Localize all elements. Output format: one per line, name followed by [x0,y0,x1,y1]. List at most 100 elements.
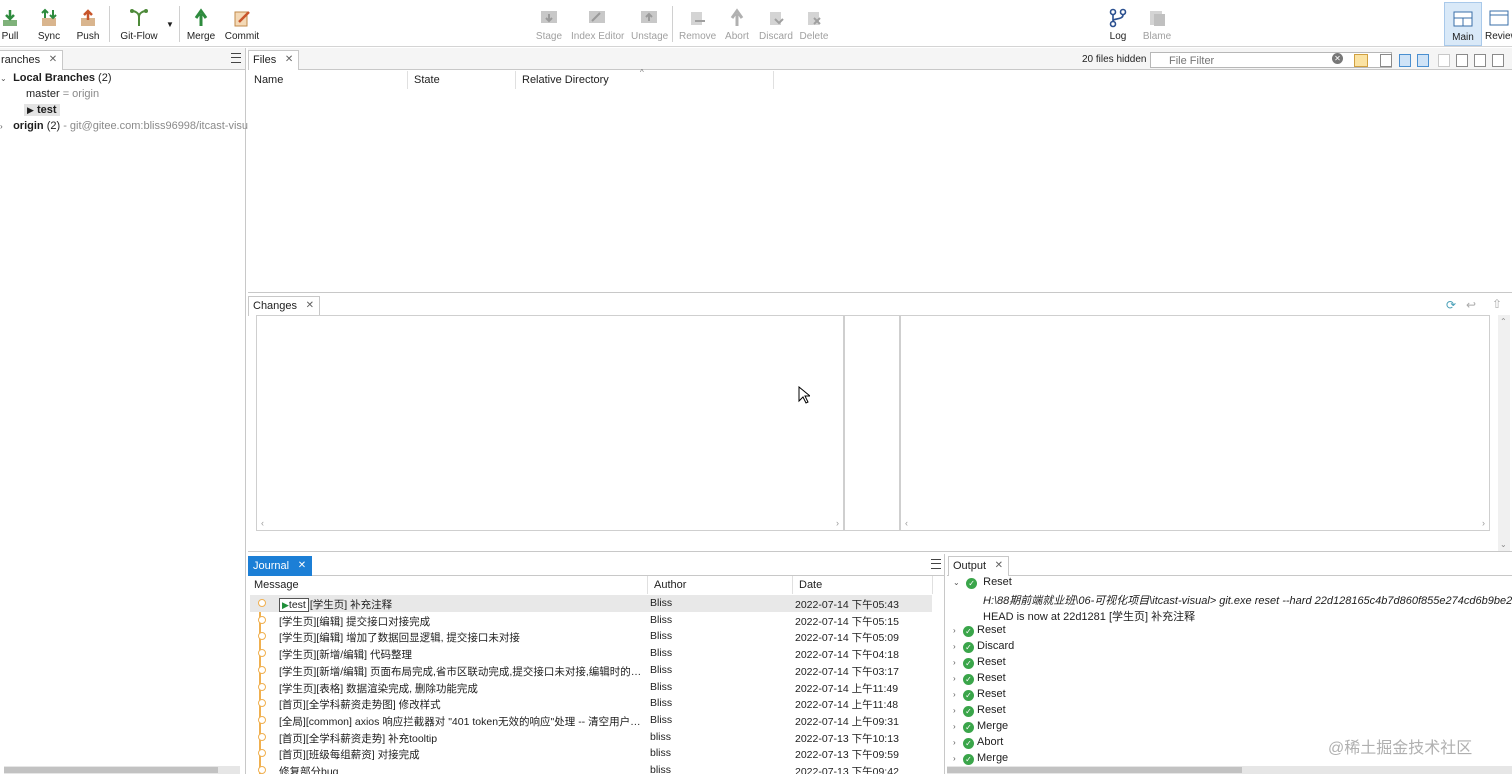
chevron-down-icon[interactable]: ⌄ [953,578,963,587]
table-row[interactable]: [全局][common] axios 响应拦截器对 "401 token无效的响… [250,712,932,729]
review-perspective-button[interactable]: Review [1485,6,1512,44]
scroll-right-icon[interactable]: › [1482,518,1485,528]
show-assumed-icon[interactable] [1474,54,1486,67]
col-relative-directory[interactable]: Relative Directory [516,71,774,89]
abort-button[interactable]: Abort [722,6,752,44]
branch-item-test[interactable]: ▶ test [24,104,60,120]
table-row[interactable]: [学生页][新增/编辑] 代码整理 Bliss 2022-07-14 下午04:18 [250,645,932,662]
show-modified-icon[interactable] [1399,54,1411,67]
tab-changes[interactable]: Changes ✕ [248,296,321,316]
push-button[interactable]: Push [76,6,100,44]
table-row[interactable]: ▶test [学生页] 补充注释 Bliss 2022-07-14 下午05:43 [250,595,932,612]
branch-item-master[interactable]: master = origin [26,88,99,104]
show-ignored-icon[interactable] [1438,54,1450,67]
chevron-right-icon[interactable]: › [953,690,963,699]
chevron-right-icon[interactable]: › [953,738,963,747]
remove-button[interactable]: Remove [679,6,716,44]
output-entry-expanded[interactable]: ⌄ ✓ Reset [953,576,1012,592]
local-branches-node[interactable]: ⌄ Local Branches (2) [0,72,112,88]
show-missing-icon[interactable] [1456,54,1468,67]
remote-origin-node[interactable]: › origin (2) - git@gitee.com:bliss96998/… [0,120,260,136]
table-row[interactable]: [学生页][新增/编辑] 页面布局完成,省市区联动完成,提交接口未对接,编辑时的… [250,662,932,679]
up-arrow-icon[interactable]: ⇧ [1492,297,1502,311]
diff-vscrollbar[interactable]: ⌃ ⌄ [1498,315,1510,551]
chevron-right-icon[interactable]: › [953,626,963,635]
discard-button[interactable]: Discard [759,6,793,44]
table-row[interactable]: [首页][全学科薪资走势] 补充tooltip bliss 2022-07-13 下… [250,729,932,746]
table-row[interactable]: [首页][全学科薪资走势图] 修改样式 Bliss 2022-07-14 上午11:… [250,695,932,712]
scroll-up-icon[interactable]: ⌃ [1500,317,1507,326]
stage-button[interactable]: Stage [535,6,563,44]
diff-right-pane[interactable]: ‹ › [900,315,1490,531]
chevron-right-icon[interactable]: › [953,658,963,667]
scroll-thumb[interactable] [947,767,1242,773]
chevron-right-icon[interactable]: › [953,754,963,763]
commit-button[interactable]: Commit [224,6,260,44]
output-entry[interactable]: › ✓ Merge [953,720,1008,736]
close-icon[interactable]: ✕ [298,560,306,571]
output-entry[interactable]: › ✓ Abort [953,736,1003,752]
col-author[interactable]: Author [648,576,793,594]
scroll-left-icon[interactable]: ‹ [261,518,264,528]
chevron-right-icon[interactable]: › [953,706,963,715]
pull-button[interactable]: Pull [0,6,20,44]
gitflow-dropdown-icon[interactable]: ▼ [166,20,174,29]
gitflow-button[interactable]: Git-Flow [118,6,160,44]
tab-output[interactable]: Output ✕ [948,556,1010,576]
col-date[interactable]: Date [793,576,933,594]
output-entry[interactable]: › ✓ Discard [953,640,1014,656]
tab-branches[interactable]: ranches ✕ [0,50,64,70]
chevron-right-icon[interactable]: › [953,642,963,651]
output-hscrollbar[interactable] [947,766,1512,774]
index-editor-button[interactable]: Index Editor [571,6,624,44]
chevron-right-icon[interactable]: › [953,722,963,731]
show-unchanged-icon[interactable] [1380,54,1392,67]
abort-label: Abort [725,31,749,42]
branch-tag-label: test [288,599,306,611]
scroll-right-icon[interactable]: › [836,518,839,528]
table-row[interactable]: [学生页][编辑] 提交接口对接完成 Bliss 2022-07-14 下午05:1… [250,612,932,629]
col-message[interactable]: Message [248,576,648,594]
output-entry[interactable]: › ✓ Reset [953,704,1006,720]
chevron-right-icon[interactable]: › [953,674,963,683]
sync-button[interactable]: Sync [36,6,62,44]
close-icon[interactable]: ✕ [285,54,293,65]
chevron-down-icon[interactable]: ⌄ [0,74,10,83]
close-icon[interactable]: ✕ [995,560,1003,571]
output-entry[interactable]: › ✓ Reset [953,688,1006,704]
branches-hscrollbar[interactable] [4,766,240,774]
tab-journal[interactable]: Journal ✕ [248,556,313,576]
clear-filter-icon[interactable]: ✕ [1332,53,1343,64]
tab-files[interactable]: Files ✕ [248,50,300,70]
diff-left-pane[interactable]: ‹ › [256,315,844,531]
log-button[interactable]: Log [1106,6,1130,44]
merge-button[interactable]: Merge [186,6,216,44]
col-state[interactable]: State [408,71,516,89]
scroll-thumb[interactable] [4,767,218,773]
unstage-button[interactable]: Unstage [631,6,668,44]
folder-view-icon[interactable] [1354,54,1368,67]
blame-button[interactable]: Blame [1142,6,1172,44]
commit-date: 2022-07-14 下午04:18 [795,649,899,662]
table-row[interactable]: [首页][班级每组薪资] 对接完成 bliss 2022-07-13 下午09:59 [250,745,932,762]
output-entry[interactable]: › ✓ Reset [953,656,1006,672]
output-entry[interactable]: › ✓ Reset [953,672,1006,688]
panel-menu-icon[interactable] [231,53,241,63]
output-entry[interactable]: › ✓ Reset [953,624,1006,640]
delete-button[interactable]: Delete [799,6,829,44]
close-icon[interactable]: ✕ [306,300,314,311]
col-name[interactable]: Name [248,71,408,89]
refresh-icon[interactable]: ⟳ [1446,298,1456,312]
show-untracked-icon[interactable] [1417,54,1429,67]
undo-icon[interactable]: ↩ [1466,298,1476,312]
table-row[interactable]: [学生页][编辑] 增加了数据回显逻辑, 提交接口未对接 Bliss 2022-07… [250,628,932,645]
chevron-right-icon[interactable]: › [0,122,10,131]
main-perspective-button[interactable]: Main [1444,2,1482,46]
panel-menu-icon[interactable] [931,559,941,569]
table-row[interactable]: [学生页][表格] 数据渲染完成, 删除功能完成 Bliss 2022-07-14 … [250,679,932,696]
show-conflict-icon[interactable] [1492,54,1504,67]
scroll-down-icon[interactable]: ⌄ [1500,540,1507,549]
scroll-left-icon[interactable]: ‹ [905,518,908,528]
close-icon[interactable]: ✕ [49,54,57,65]
table-row[interactable]: 修复部分bug bliss 2022-07-13 下午09:42 [250,762,932,774]
